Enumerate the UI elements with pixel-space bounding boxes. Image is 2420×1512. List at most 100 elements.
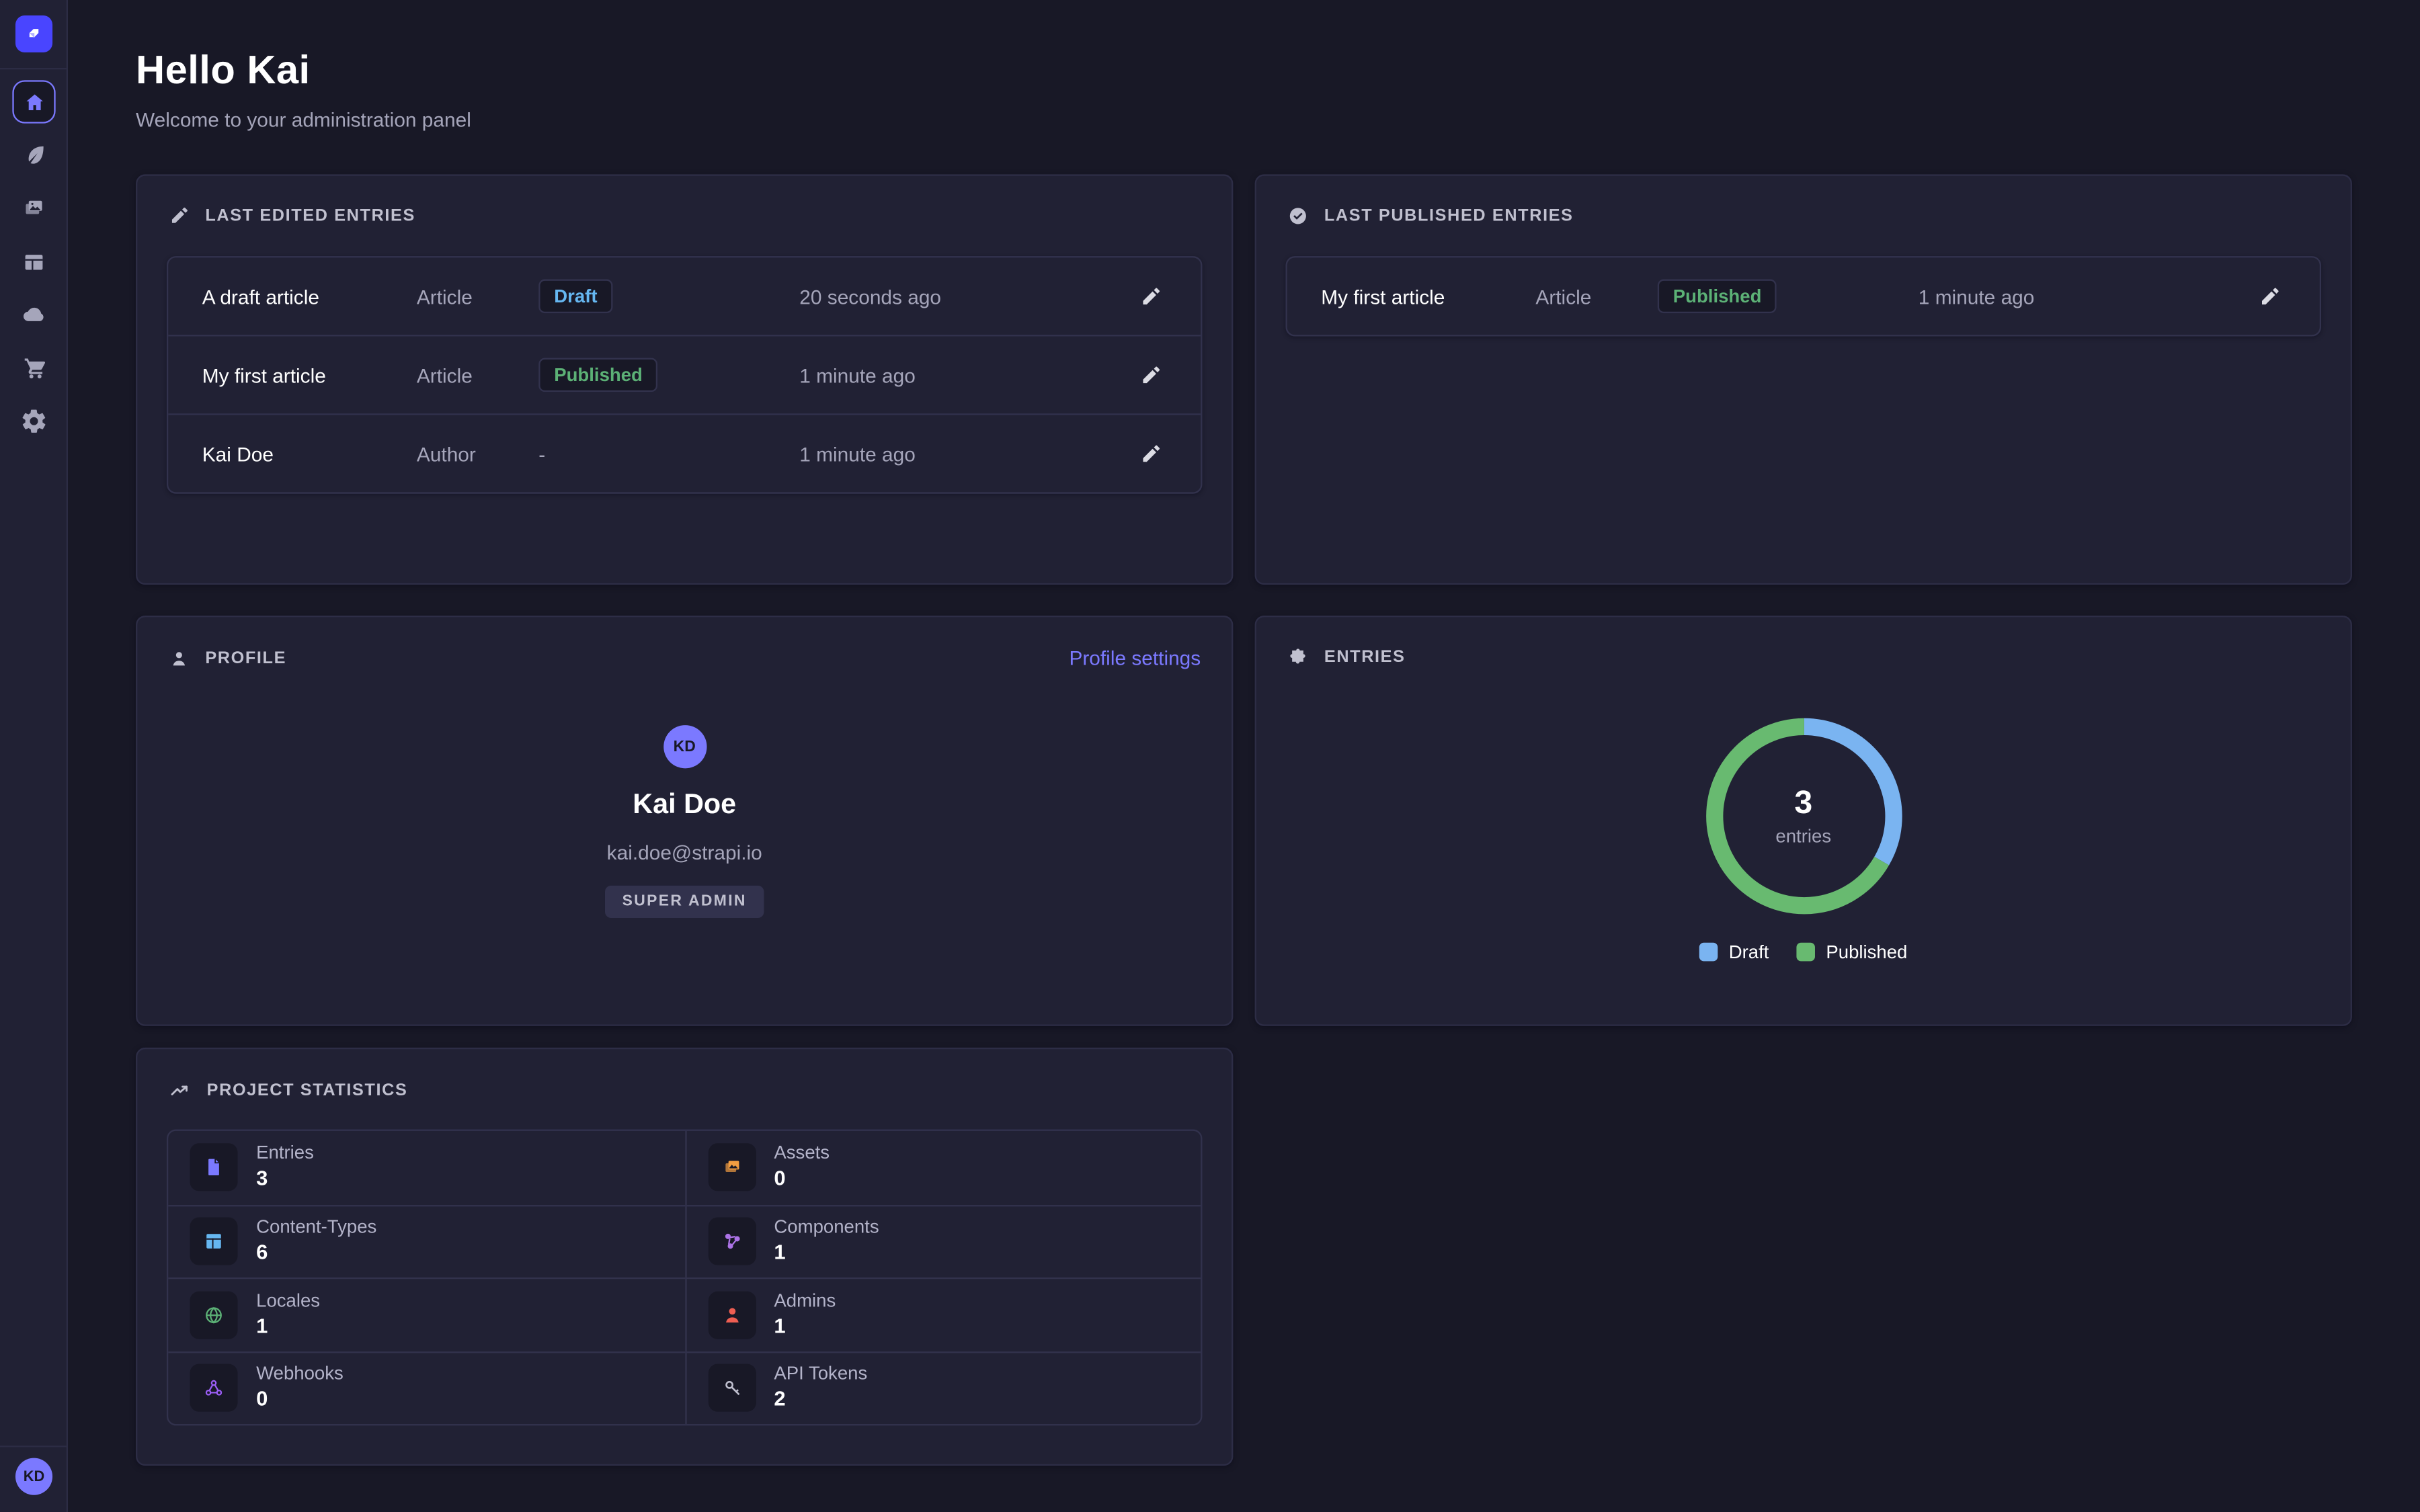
legend-item-published: Published bbox=[1797, 941, 1908, 962]
entry-time: 1 minute ago bbox=[1919, 285, 2252, 308]
entries-donut bbox=[1695, 708, 1911, 924]
stat-label: API Tokens bbox=[774, 1363, 867, 1386]
nodes-icon bbox=[708, 1218, 756, 1265]
entries-panel: ENTRIES 3 entries Draft Published bbox=[1255, 616, 2352, 1026]
edit-entry-button[interactable] bbox=[1133, 437, 1167, 471]
stat-label: Content-Types bbox=[256, 1216, 376, 1239]
legend-item-draft: Draft bbox=[1699, 941, 1769, 962]
statistics-grid: Entries3 Assets0 Content-Types6 Componen… bbox=[167, 1130, 1203, 1426]
profile-avatar: KD bbox=[663, 725, 706, 768]
stat-label: Admins bbox=[774, 1290, 836, 1312]
gear-icon bbox=[20, 407, 48, 435]
stat-label: Locales bbox=[256, 1290, 320, 1312]
entry-type: Article bbox=[417, 285, 538, 308]
legend-label: Draft bbox=[1729, 941, 1769, 962]
media-images-icon bbox=[20, 194, 48, 222]
entry-name: My first article bbox=[1321, 285, 1535, 308]
project-statistics-panel: PROJECT STATISTICS Entries3 Assets0 Cont… bbox=[136, 1048, 1233, 1466]
globe-icon bbox=[190, 1291, 237, 1339]
table-row: A draft article Article Draft 20 seconds… bbox=[168, 257, 1201, 335]
entry-time: 1 minute ago bbox=[799, 364, 1133, 386]
user-icon bbox=[168, 647, 190, 669]
entry-type: Article bbox=[1535, 285, 1657, 308]
key-icon bbox=[708, 1364, 756, 1412]
profile-email: kai.doe@strapi.io bbox=[607, 841, 762, 864]
status-badge: Draft bbox=[538, 280, 612, 314]
entry-type: Author bbox=[417, 442, 538, 465]
sidebar-item-settings[interactable] bbox=[12, 400, 55, 443]
edit-entry-button[interactable] bbox=[2252, 280, 2286, 314]
entry-name: Kai Doe bbox=[202, 442, 417, 465]
sidebar-item-marketplace[interactable] bbox=[12, 345, 55, 388]
trend-up-icon bbox=[168, 1079, 191, 1101]
legend-label: Published bbox=[1826, 941, 1907, 962]
table-row: My first article Article Published 1 min… bbox=[1287, 257, 2320, 335]
profile-settings-link[interactable]: Profile settings bbox=[1069, 646, 1201, 669]
status-badge: Published bbox=[1658, 280, 1777, 314]
stat-content-types: Content-Types6 bbox=[168, 1204, 684, 1277]
stat-admins: Admins1 bbox=[684, 1277, 1201, 1351]
sidebar-divider bbox=[0, 1445, 68, 1447]
stat-value: 1 bbox=[774, 1314, 836, 1341]
stat-api-tokens: API Tokens2 bbox=[684, 1351, 1201, 1424]
status-none: - bbox=[538, 442, 545, 465]
stat-label: Webhooks bbox=[256, 1363, 344, 1386]
stat-value: 0 bbox=[256, 1388, 344, 1414]
stat-value: 0 bbox=[774, 1167, 830, 1193]
stat-label: Assets bbox=[774, 1142, 830, 1165]
panel-title: LAST PUBLISHED ENTRIES bbox=[1324, 207, 1574, 226]
table-row: Kai Doe Author - 1 minute ago bbox=[168, 413, 1201, 492]
last-published-entries-panel: LAST PUBLISHED ENTRIES My first article … bbox=[1255, 174, 2352, 585]
pencil-icon bbox=[168, 205, 190, 226]
file-icon bbox=[190, 1144, 237, 1191]
panel-title: PROFILE bbox=[205, 648, 286, 667]
status-badge: Published bbox=[538, 358, 658, 392]
layout-icon bbox=[190, 1218, 237, 1265]
last-edited-entries-panel: LAST EDITED ENTRIES A draft article Arti… bbox=[136, 174, 1233, 585]
stat-value: 3 bbox=[256, 1167, 314, 1193]
stat-locales: Locales1 bbox=[168, 1277, 684, 1351]
sidebar-item-content-manager[interactable] bbox=[12, 132, 55, 175]
profile-card: KD Kai Doe kai.doe@strapi.io SUPER ADMIN bbox=[137, 669, 1232, 918]
sidebar-item-home[interactable] bbox=[12, 80, 55, 123]
feather-pen-icon bbox=[21, 141, 47, 167]
stat-components: Components1 bbox=[684, 1204, 1201, 1277]
stat-value: 2 bbox=[774, 1388, 867, 1414]
layout-builder-icon bbox=[20, 249, 48, 276]
edit-entry-button[interactable] bbox=[1133, 280, 1167, 314]
stat-webhooks: Webhooks0 bbox=[168, 1351, 684, 1424]
profile-panel: PROFILE Profile settings KD Kai Doe kai.… bbox=[136, 616, 1233, 1026]
stat-assets: Assets0 bbox=[684, 1131, 1201, 1204]
user-icon bbox=[708, 1291, 756, 1339]
stat-value: 1 bbox=[774, 1241, 879, 1267]
entry-time: 1 minute ago bbox=[799, 442, 1133, 465]
entry-time: 20 seconds ago bbox=[799, 285, 1133, 308]
chart-legend: Draft Published bbox=[1256, 941, 2351, 962]
table-row: My first article Article Published 1 min… bbox=[168, 335, 1201, 413]
strapi-admin-dashboard: KD Hello Kai Welcome to your administrat… bbox=[0, 0, 2420, 1512]
entry-type: Article bbox=[417, 364, 538, 386]
sidebar-item-media-library[interactable] bbox=[12, 187, 55, 230]
check-circle-icon bbox=[1287, 205, 1309, 226]
sidebar-divider bbox=[0, 68, 68, 69]
entries-donut-chart: 3 entries bbox=[1695, 708, 1911, 924]
page-subtitle: Welcome to your administration panel bbox=[136, 108, 471, 131]
sidebar: KD bbox=[0, 0, 68, 1512]
puzzle-icon bbox=[1287, 646, 1309, 668]
entry-name: My first article bbox=[202, 364, 417, 386]
stat-label: Components bbox=[774, 1216, 879, 1239]
stat-entries: Entries3 bbox=[168, 1131, 684, 1204]
strapi-logo-icon[interactable] bbox=[15, 15, 52, 52]
panel-title: LAST EDITED ENTRIES bbox=[205, 207, 415, 226]
sidebar-item-content-type-builder[interactable] bbox=[12, 241, 55, 284]
cart-icon bbox=[20, 353, 48, 381]
panel-title: ENTRIES bbox=[1324, 648, 1406, 667]
stat-value: 6 bbox=[256, 1241, 376, 1267]
role-badge: SUPER ADMIN bbox=[605, 886, 764, 918]
entries-table: A draft article Article Draft 20 seconds… bbox=[167, 256, 1203, 494]
stat-label: Entries bbox=[256, 1142, 314, 1165]
sidebar-item-deploy[interactable] bbox=[12, 293, 55, 336]
page-header: Hello Kai Welcome to your administration… bbox=[136, 46, 471, 131]
user-avatar[interactable]: KD bbox=[15, 1458, 52, 1495]
edit-entry-button[interactable] bbox=[1133, 358, 1167, 392]
